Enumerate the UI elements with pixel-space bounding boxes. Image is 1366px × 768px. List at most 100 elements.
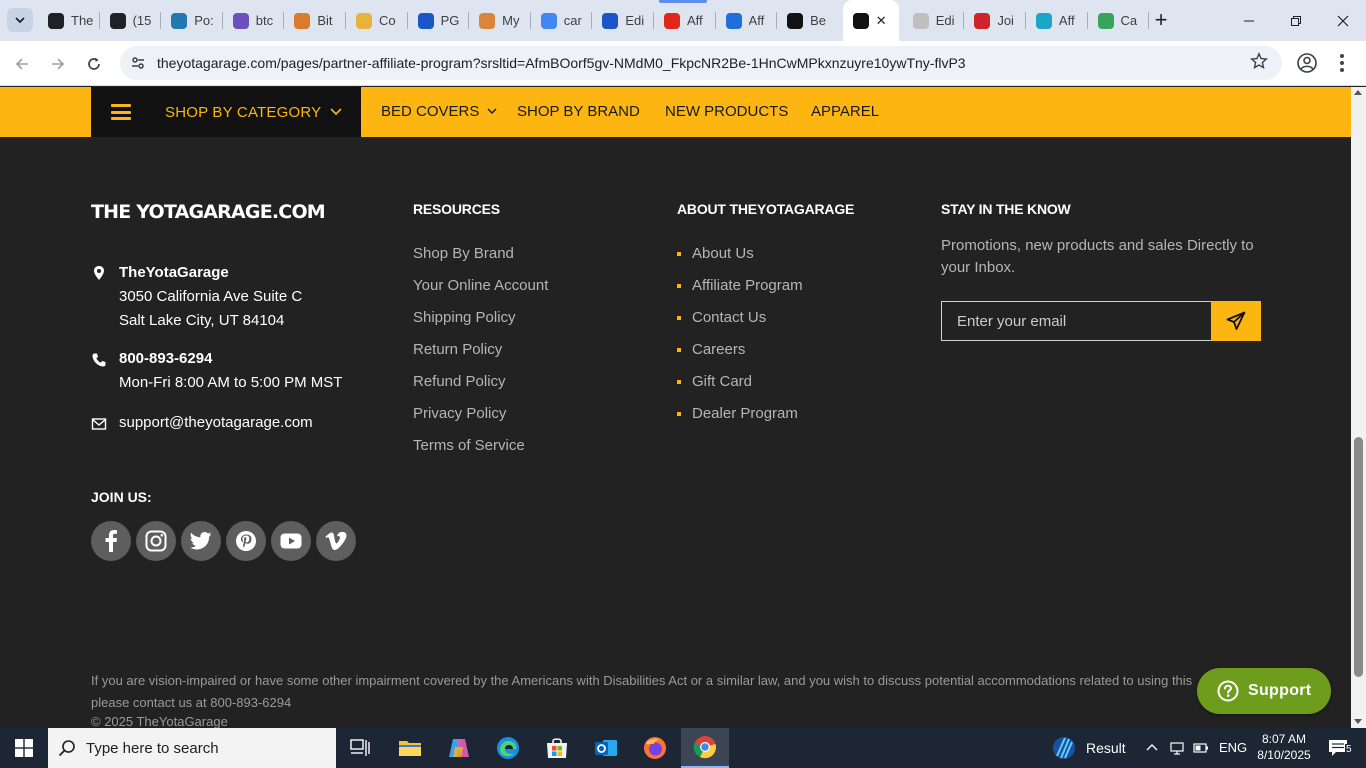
tab[interactable]: Aff — [716, 0, 778, 41]
tab[interactable]: Aff — [1026, 0, 1088, 41]
nav-bed-covers[interactable]: BED COVERS — [381, 103, 497, 120]
newsletter-submit-button[interactable] — [1211, 301, 1261, 341]
support-email-link[interactable]: support@theyotagarage.com — [119, 411, 313, 435]
tab[interactable]: Bit — [284, 0, 346, 41]
start-button[interactable] — [0, 728, 48, 768]
network-tray-icon[interactable] — [1166, 728, 1188, 768]
tab-title: Co — [378, 13, 396, 28]
task-view-button[interactable] — [336, 728, 384, 768]
about-link-label: Gift Card — [692, 373, 753, 390]
taskbar-clock[interactable]: 8:07 AM 8/10/2025 — [1255, 731, 1313, 763]
tab[interactable]: btc — [223, 0, 285, 41]
tab[interactable]: Co — [346, 0, 408, 41]
tab[interactable]: Edi — [592, 0, 654, 41]
profile-icon[interactable] — [1296, 52, 1318, 74]
tab[interactable]: Edi — [903, 0, 965, 41]
about-link[interactable]: Careers — [677, 341, 745, 358]
newsletter-text: Promotions, new products and sales Direc… — [941, 237, 1254, 276]
about-link[interactable]: Dealer Program — [677, 405, 798, 422]
resource-link[interactable]: Shipping Policy — [413, 309, 516, 326]
tab[interactable]: The — [38, 0, 100, 41]
restore-icon — [1290, 15, 1301, 26]
vimeo-link[interactable] — [316, 521, 356, 561]
close-window-button[interactable] — [1319, 0, 1366, 41]
instagram-link[interactable] — [136, 521, 176, 561]
chrome-button[interactable] — [681, 728, 729, 768]
firefox-button[interactable] — [631, 728, 679, 768]
tab[interactable]: PG — [408, 0, 470, 41]
feather-icon — [294, 12, 311, 29]
scroll-up-icon[interactable] — [1354, 90, 1362, 95]
newsletter-email-input[interactable] — [941, 301, 1212, 341]
edge-button[interactable] — [484, 728, 532, 768]
about-link-label: Dealer Program — [692, 405, 798, 422]
scrollbar-thumb[interactable] — [1354, 437, 1363, 677]
tab[interactable]: Ca — [1088, 0, 1150, 41]
resource-link[interactable]: Return Policy — [413, 341, 502, 358]
copyright: © 2025 TheYotaGarage — [91, 714, 228, 728]
about-link[interactable]: About Us — [677, 245, 754, 262]
nav-new-products[interactable]: NEW PRODUCTS — [665, 103, 788, 120]
tab[interactable]: Be — [777, 0, 839, 41]
back-button[interactable] — [10, 52, 34, 76]
resource-link[interactable]: Shop By Brand — [413, 245, 514, 262]
store-icon — [547, 738, 567, 758]
bullet-icon — [677, 411, 681, 416]
file-explorer-button[interactable] — [386, 728, 434, 768]
resource-link[interactable]: Privacy Policy — [413, 405, 506, 422]
restore-button[interactable] — [1272, 0, 1319, 41]
nav-apparel[interactable]: APPAREL — [811, 103, 879, 120]
forward-button[interactable] — [46, 52, 70, 76]
new-tab-button[interactable]: + — [1150, 8, 1172, 32]
support-chat-button[interactable]: Support — [1197, 668, 1331, 714]
footer-logo[interactable]: THE YOTAGARAGE.COM — [91, 201, 326, 223]
youtube-link[interactable] — [271, 521, 311, 561]
page-scrollbar[interactable] — [1351, 87, 1366, 728]
taskbar-search-box[interactable]: Type here to search — [48, 728, 336, 768]
tab-title: Edi — [625, 13, 645, 28]
phone-number[interactable]: 800-893-6294 — [119, 350, 212, 367]
outlook-button[interactable] — [582, 728, 630, 768]
battery-tray-icon[interactable] — [1190, 728, 1212, 768]
tab[interactable]: car — [531, 0, 593, 41]
about-link[interactable]: Contact Us — [677, 309, 766, 326]
resource-link[interactable]: Terms of Service — [413, 437, 525, 454]
resource-link[interactable]: Your Online Account — [413, 277, 548, 294]
copilot-button[interactable] — [435, 728, 483, 768]
support-label: Support — [1248, 682, 1312, 699]
tab-search-button[interactable] — [7, 8, 33, 32]
resource-link[interactable]: Refund Policy — [413, 373, 506, 390]
browser-menu-button[interactable] — [1334, 52, 1350, 74]
firefox-icon — [644, 737, 666, 759]
language-indicator[interactable]: ENG — [1219, 740, 1247, 755]
b-icon — [109, 12, 126, 29]
url-text[interactable]: theyotagarage.com/pages/partner-affiliat… — [157, 55, 966, 71]
tab[interactable]: Po: — [161, 0, 223, 41]
minimize-button[interactable] — [1225, 0, 1272, 41]
nav-shop-by-brand[interactable]: SHOP BY BRAND — [517, 103, 640, 120]
tab[interactable]: Joi — [964, 0, 1026, 41]
pinterest-link[interactable] — [226, 521, 266, 561]
address-bar[interactable]: theyotagarage.com/pages/partner-affiliat… — [120, 46, 1282, 80]
about-link[interactable]: Affiliate Program — [677, 277, 803, 294]
notification-center-button[interactable]: 5 — [1318, 728, 1358, 768]
nav-bed-covers-label: BED COVERS — [381, 103, 480, 120]
facebook-link[interactable] — [91, 521, 131, 561]
about-link[interactable]: Gift Card — [677, 373, 752, 390]
tab-title: Be — [810, 13, 827, 28]
site-settings-icon[interactable] — [128, 53, 148, 73]
bookmark-star-icon[interactable] — [1250, 52, 1268, 75]
globe-stripes-icon — [1053, 737, 1075, 759]
tab-active[interactable]: ✕ — [842, 0, 899, 41]
tray-overflow-button[interactable] — [1140, 728, 1164, 768]
weather-widget[interactable]: Result — [1040, 728, 1130, 768]
reload-button[interactable] — [82, 52, 106, 76]
store-button[interactable] — [533, 728, 581, 768]
tab[interactable]: My — [469, 0, 531, 41]
close-tab-icon[interactable]: ✕ — [876, 13, 887, 29]
tab[interactable]: (15 — [100, 0, 162, 41]
tab[interactable]: Aff — [654, 0, 716, 41]
scroll-down-icon[interactable] — [1354, 719, 1362, 724]
shop-by-category-button[interactable]: SHOP BY CATEGORY — [91, 87, 361, 137]
twitter-link[interactable] — [181, 521, 221, 561]
